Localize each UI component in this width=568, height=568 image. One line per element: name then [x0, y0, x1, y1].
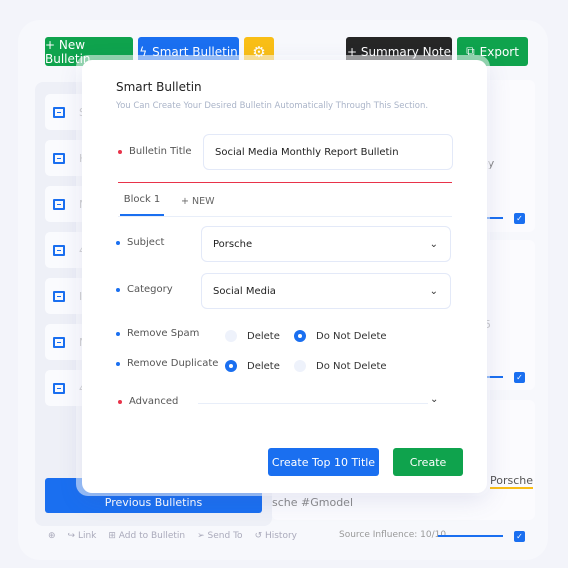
- tab-new[interactable]: + NEW: [181, 196, 214, 207]
- select-checkbox[interactable]: ✓: [514, 372, 525, 383]
- radio-icon: [225, 360, 237, 372]
- radio-icon: [225, 330, 237, 342]
- bullet-dot: [118, 399, 122, 404]
- link-button[interactable]: ↪ Link: [68, 531, 97, 541]
- divider: [118, 182, 452, 183]
- archive-icon: [53, 198, 65, 210]
- chevron-down-icon: ⌄: [429, 238, 438, 250]
- send-to-button[interactable]: ➢ Send To: [197, 531, 242, 541]
- archive-icon: [53, 152, 65, 164]
- remove-duplicate-do-not-delete-radio[interactable]: Do Not Delete: [294, 360, 387, 372]
- chevron-down-icon[interactable]: ⌄: [430, 394, 438, 405]
- required-dot: [118, 149, 122, 154]
- radio-icon: [294, 360, 306, 372]
- create-button[interactable]: Create: [393, 448, 463, 476]
- advanced-divider: [198, 403, 428, 404]
- remove-spam-delete-radio[interactable]: Delete: [225, 330, 280, 342]
- modal-subtitle: You Can Create Your Desired Bulletin Aut…: [116, 101, 429, 111]
- subject-select[interactable]: Porsche ⌄: [201, 226, 451, 262]
- bullet-dot: [116, 240, 120, 245]
- bullet-dot: [116, 331, 120, 336]
- source-influence-slider[interactable]: [438, 535, 503, 537]
- bulletin-title-input[interactable]: Social Media Monthly Report Bulletin: [203, 134, 453, 170]
- remove-duplicate-delete-radio[interactable]: Delete: [225, 360, 280, 372]
- select-checkbox[interactable]: ✓: [514, 531, 525, 542]
- tag-chip[interactable]: Porsche: [490, 474, 534, 489]
- hashtag-text: sche #Gmodel: [272, 496, 354, 509]
- archive-icon: [53, 106, 65, 118]
- bullet-dot: [116, 287, 120, 292]
- bullet-dot: [116, 361, 120, 366]
- card-actions-bar: ⊕ ↪ Link ⊞ Add to Bulletin ➢ Send To ↺ H…: [48, 531, 297, 541]
- category-select[interactable]: Social Media ⌄: [201, 273, 451, 309]
- smart-bulletin-modal: Smart Bulletin You Can Create Your Desir…: [82, 60, 487, 493]
- create-top-10-title-button[interactable]: Create Top 10 Title: [268, 448, 379, 476]
- modal-title: Smart Bulletin: [116, 80, 202, 94]
- archive-icon: [53, 336, 65, 348]
- history-button[interactable]: ↺ History: [255, 531, 297, 541]
- archive-icon: [53, 244, 65, 256]
- zoom-icon[interactable]: ⊕: [48, 531, 56, 541]
- select-checkbox[interactable]: ✓: [514, 213, 525, 224]
- advanced-toggle[interactable]: Advanced: [118, 396, 178, 407]
- radio-icon: [294, 330, 306, 342]
- remove-spam-do-not-delete-radio[interactable]: Do Not Delete: [294, 330, 387, 342]
- chevron-down-icon: ⌄: [429, 285, 438, 297]
- archive-icon: [53, 290, 65, 302]
- tab-block-1[interactable]: Block 1: [120, 194, 164, 216]
- archive-icon: [53, 382, 65, 394]
- tabs-divider: [118, 216, 452, 217]
- add-to-bulletin-button[interactable]: ⊞ Add to Bulletin: [108, 531, 185, 541]
